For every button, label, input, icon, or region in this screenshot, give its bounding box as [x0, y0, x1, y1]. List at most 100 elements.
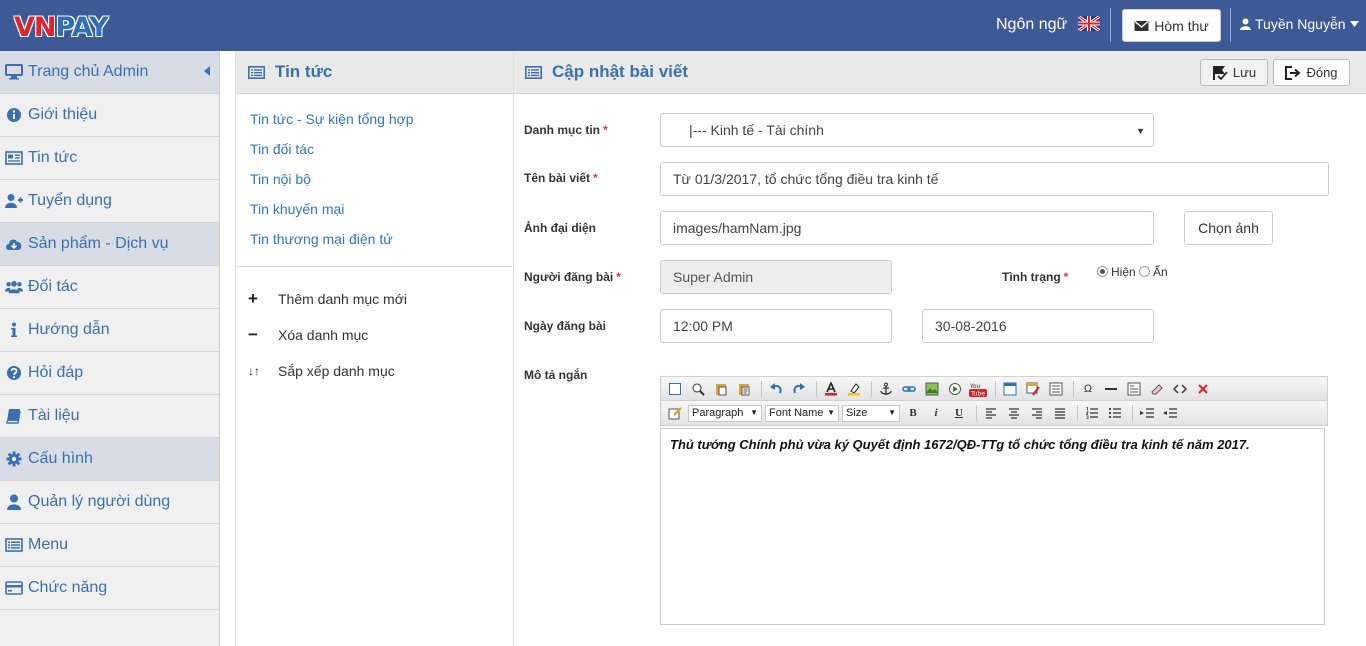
- language-switcher[interactable]: Ngôn ngữ: [996, 16, 1100, 34]
- indent-icon[interactable]: [1137, 403, 1157, 423]
- caret-down-icon: [1349, 21, 1359, 27]
- font-size-select[interactable]: Size ▼: [842, 404, 900, 422]
- sidebar-item-guide[interactable]: Hướng dẫn: [0, 309, 219, 352]
- user-icon: [5, 493, 23, 511]
- paste-text-icon[interactable]: [734, 379, 754, 399]
- save-button[interactable]: Lưu: [1200, 59, 1268, 86]
- align-center-icon[interactable]: [1004, 403, 1024, 423]
- paragraph-format-select[interactable]: Paragraph ▼: [688, 404, 762, 422]
- category-panel-title: Tin tức: [275, 62, 333, 81]
- page-title: Cập nhật bài viết: [552, 62, 689, 81]
- horizontal-rule-icon[interactable]: [1101, 379, 1121, 399]
- source-code-icon[interactable]: [1170, 379, 1190, 399]
- language-label: Ngôn ngữ: [996, 16, 1068, 33]
- choose-image-button[interactable]: Chọn ảnh: [1184, 211, 1273, 245]
- category-link[interactable]: Tin tức - Sự kiện tổng hợp: [250, 104, 513, 134]
- bold-icon[interactable]: B: [903, 403, 923, 423]
- sidebar-item-functions[interactable]: Chức năng: [0, 567, 219, 610]
- category-link[interactable]: Tin khuyến mại: [250, 194, 513, 224]
- numbered-list-icon[interactable]: [1082, 403, 1102, 423]
- date-label: Ngày đăng bài: [524, 319, 607, 333]
- text-color-icon[interactable]: [821, 379, 841, 399]
- editor-content-area[interactable]: Thủ tướng Chính phủ vừa ký Quyết định 16…: [660, 428, 1325, 625]
- close-button[interactable]: Đóng: [1273, 59, 1350, 86]
- youtube-icon[interactable]: You Tube: [968, 379, 988, 399]
- align-right-icon[interactable]: [1027, 403, 1047, 423]
- category-list: Tin tức - Sự kiện tổng hợp Tin đối tác T…: [236, 94, 513, 267]
- user-menu[interactable]: Tuyền Nguyễn: [1240, 16, 1359, 32]
- article-title-input[interactable]: Từ 01/3/2017, tổ chức tổng điều tra kinh…: [660, 162, 1329, 196]
- summary-label: Mô tả ngắn: [524, 368, 588, 382]
- list-icon: [525, 65, 542, 79]
- divider: [1110, 8, 1111, 42]
- paste-icon[interactable]: [711, 379, 731, 399]
- italic-icon[interactable]: i: [926, 403, 946, 423]
- special-char-icon[interactable]: Ω: [1078, 379, 1098, 399]
- sidebar-item-settings[interactable]: Cấu hình: [0, 438, 219, 481]
- sort-category-action[interactable]: ↓↑ Sắp xếp danh mục: [236, 353, 513, 389]
- edit-article-panel: Cập nhật bài viết Lưu Đóng Danh mục tin *…: [514, 51, 1366, 646]
- dropdown-arrow-icon: ▼: [888, 407, 896, 417]
- category-link[interactable]: Tin đối tác: [250, 134, 513, 164]
- date-input[interactable]: 30-08-2016: [922, 309, 1154, 343]
- user-icon: [1240, 18, 1251, 30]
- add-category-action[interactable]: + Thêm danh mục mới: [236, 281, 513, 317]
- table-icon[interactable]: [1000, 379, 1020, 399]
- status-hide-label: Ẩn: [1153, 265, 1168, 279]
- mailbox-button[interactable]: Hòm thư: [1122, 9, 1221, 42]
- title-label: Tên bài viết *: [524, 171, 598, 185]
- category-label: Danh mục tin *: [524, 123, 608, 137]
- select-all-icon[interactable]: [665, 379, 685, 399]
- pencil-icon[interactable]: [665, 403, 685, 423]
- editor-toolbar-row-1: You Tube Ω: [660, 376, 1328, 401]
- flash-icon[interactable]: [945, 379, 965, 399]
- sidebar-item-introduction[interactable]: Giới thiệu: [0, 94, 219, 137]
- category-actions: + Thêm danh mục mới − Xóa danh mục ↓↑ Sắ…: [236, 267, 513, 389]
- underline-icon[interactable]: U: [949, 403, 969, 423]
- rich-text-editor: You Tube Ω Paragraph ▼ Font Name ▼ Size ▼ B …: [660, 376, 1328, 625]
- category-link[interactable]: Tin thương mại điện tử: [250, 224, 513, 254]
- redo-icon[interactable]: [789, 379, 809, 399]
- bullet-list-icon[interactable]: [1105, 403, 1125, 423]
- status-radio-group: Hiện Ẩn: [1097, 265, 1168, 279]
- sidebar-item-admin-home[interactable]: Trang chủ Admin: [0, 51, 219, 94]
- remove-format-icon[interactable]: [1147, 379, 1167, 399]
- font-name-select[interactable]: Font Name ▼: [765, 404, 839, 422]
- time-input[interactable]: 12:00 PM: [660, 309, 892, 343]
- undo-icon[interactable]: [766, 379, 786, 399]
- outdent-icon[interactable]: [1160, 403, 1180, 423]
- sidebar-item-products-services[interactable]: Sản phẩm - Dịch vụ: [0, 223, 219, 266]
- preview-icon[interactable]: [688, 379, 708, 399]
- chevron-down-icon: ▼: [1136, 126, 1145, 136]
- image-label: Ảnh đại diện: [524, 221, 596, 235]
- sidebar-item-partners[interactable]: Đối tác: [0, 266, 219, 309]
- status-show-radio[interactable]: [1097, 266, 1108, 277]
- delete-category-action[interactable]: − Xóa danh mục: [236, 317, 513, 353]
- page-break-icon[interactable]: [1046, 379, 1066, 399]
- sidebar-item-user-management[interactable]: Quản lý người dùng: [0, 481, 219, 524]
- template-icon[interactable]: [1124, 379, 1144, 399]
- vnpay-logo[interactable]: VNPAY: [14, 12, 109, 43]
- collapse-caret-icon[interactable]: [204, 66, 210, 76]
- category-link[interactable]: Tin nội bộ: [250, 164, 513, 194]
- status-hide-radio[interactable]: [1139, 266, 1151, 277]
- category-panel: Tin tức Tin tức - Sự kiện tổng hợp Tin đ…: [235, 51, 514, 646]
- sidebar-item-menu[interactable]: Menu: [0, 524, 219, 567]
- author-input: Super Admin: [660, 260, 892, 294]
- sidebar-item-news[interactable]: Tin tức: [0, 137, 219, 180]
- image-icon[interactable]: [922, 379, 942, 399]
- table-edit-icon[interactable]: [1023, 379, 1043, 399]
- sidebar-item-recruitment[interactable]: Tuyển dụng: [0, 180, 219, 223]
- anchor-icon[interactable]: [876, 379, 896, 399]
- align-justify-icon[interactable]: [1050, 403, 1070, 423]
- sidebar-item-faq[interactable]: Hỏi đáp: [0, 352, 219, 395]
- close-icon[interactable]: [1193, 379, 1213, 399]
- sidebar-item-documents[interactable]: Tài liệu: [0, 395, 219, 438]
- image-path-input[interactable]: images/hamNam.jpg: [660, 211, 1154, 245]
- link-icon[interactable]: [899, 379, 919, 399]
- sort-icon: ↓↑: [248, 364, 260, 378]
- category-select[interactable]: |--- Kinh tế - Tài chính ▼: [660, 113, 1154, 147]
- align-left-icon[interactable]: [981, 403, 1001, 423]
- background-color-icon[interactable]: [844, 379, 864, 399]
- book-icon: [5, 407, 23, 425]
